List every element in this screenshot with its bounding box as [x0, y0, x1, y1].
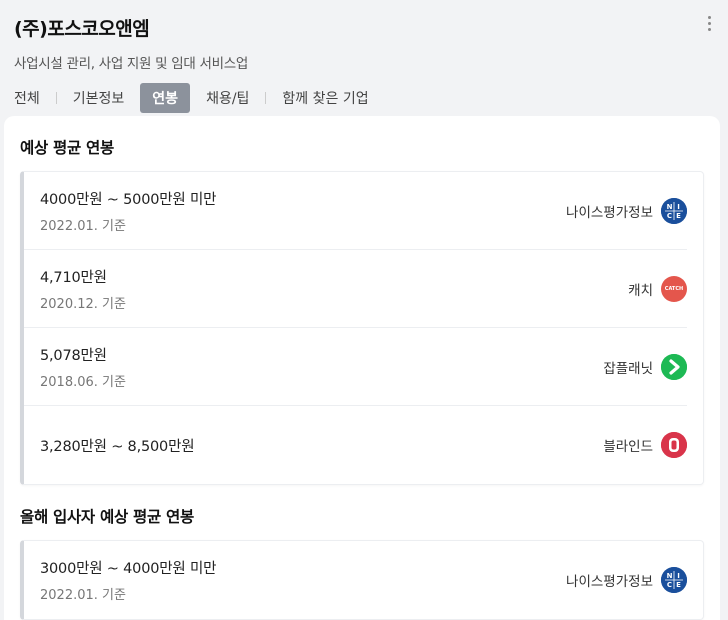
- source-name: 나이스평가정보: [566, 204, 653, 221]
- company-name: (주)포스코오앤엠: [14, 18, 150, 40]
- svg-text:C: C: [667, 581, 672, 589]
- salary-card: 예상 평균 연봉 4000만원 ~ 5000만원 미만 2022.01. 기준 …: [4, 116, 720, 620]
- company-industry: 사업시설 관리, 사업 지원 및 임대 서비스업: [14, 56, 248, 72]
- newhire-section-title: 올해 입사자 예상 평균 연봉: [20, 508, 194, 526]
- salary-list: 4000만원 ~ 5000만원 미만 2022.01. 기준 나이스평가정보 N…: [20, 171, 704, 485]
- newhire-salary-list: 3000만원 ~ 4000만원 미만 2022.01. 기준 나이스평가정보 N…: [20, 540, 704, 620]
- list-item[interactable]: 3000만원 ~ 4000만원 미만 2022.01. 기준 나이스평가정보 N…: [24, 541, 687, 619]
- tab-divider: [55, 92, 57, 104]
- svg-text:N: N: [667, 203, 673, 211]
- tab-bar: 전체 기본정보 연봉 채용/팁 함께 찾은 기업: [14, 82, 714, 114]
- svg-text:E: E: [676, 581, 681, 589]
- nice-logo-icon: NICE: [661, 197, 687, 224]
- salary-section-title: 예상 평균 연봉: [20, 139, 114, 157]
- svg-text:I: I: [677, 572, 680, 580]
- nice-logo-icon: NICE: [661, 567, 687, 593]
- salary-amount: 5,078만원: [40, 347, 107, 364]
- tab-all[interactable]: 전체: [14, 82, 40, 114]
- list-item[interactable]: 4000만원 ~ 5000만원 미만 2022.01. 기준 나이스평가정보 N…: [24, 172, 687, 250]
- salary-amount: 3,280만원 ~ 8,500만원: [40, 438, 195, 455]
- salary-amount: 4000만원 ~ 5000만원 미만: [40, 191, 217, 208]
- salary-date: 2022.01. 기준: [40, 218, 126, 234]
- tab-salary[interactable]: 연봉: [140, 83, 191, 113]
- jobplanet-logo-icon: [661, 353, 687, 380]
- salary-date: 2022.01. 기준: [40, 588, 126, 603]
- tab-divider: [265, 92, 267, 104]
- salary-date: 2018.06. 기준: [40, 374, 126, 390]
- list-item[interactable]: 3,280만원 ~ 8,500만원 블라인드: [24, 406, 687, 484]
- blind-logo-icon: [661, 432, 687, 458]
- source-name: 캐치: [628, 282, 653, 299]
- list-item[interactable]: 4,710만원 2020.12. 기준 캐치 CATCH: [24, 250, 687, 328]
- svg-text:N: N: [667, 572, 673, 580]
- source-name: 잡플래닛: [603, 360, 653, 377]
- source-name: 블라인드: [603, 439, 653, 455]
- tab-hiring-tips[interactable]: 채용/팁: [206, 82, 249, 114]
- svg-text:E: E: [676, 212, 681, 220]
- svg-text:C: C: [667, 212, 672, 220]
- list-item[interactable]: 5,078만원 2018.06. 기준 잡플래닛: [24, 328, 687, 406]
- catch-logo-icon: CATCH: [661, 275, 687, 302]
- salary-amount: 3000만원 ~ 4000만원 미만: [40, 561, 217, 577]
- company-header: (주)포스코오앤엠 사업시설 관리, 사업 지원 및 임대 서비스업 전체 기본…: [0, 0, 728, 116]
- source-name: 나이스평가정보: [566, 574, 653, 590]
- salary-amount: 4,710만원: [40, 269, 107, 286]
- salary-date: 2020.12. 기준: [40, 296, 126, 312]
- svg-text:I: I: [677, 203, 680, 211]
- tab-related-companies[interactable]: 함께 찾은 기업: [282, 82, 368, 114]
- more-options-icon[interactable]: [706, 16, 712, 31]
- tab-basic-info[interactable]: 기본정보: [73, 82, 125, 114]
